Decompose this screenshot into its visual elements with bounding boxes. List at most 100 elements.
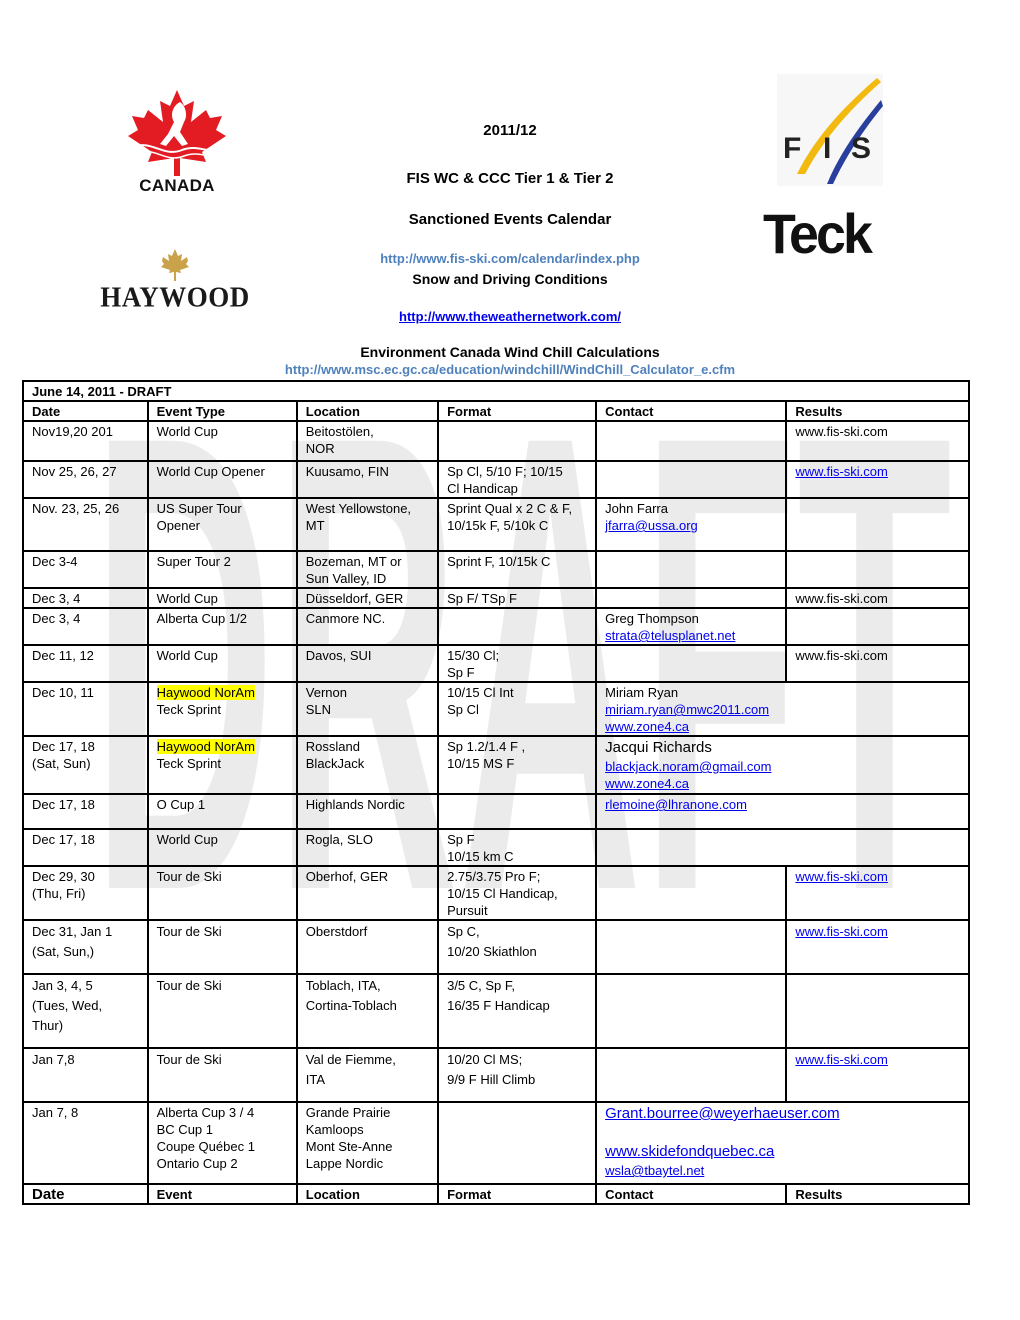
cell-results [785,550,970,589]
location-text: West Yellowstone, [305,501,412,516]
cell-format: Sp F 10/15 km C [437,828,598,867]
format-text: Sprint Qual x 2 C & F, [447,501,573,516]
cell-contact [595,550,788,589]
cell-date: Dec 10, 11 [22,681,149,737]
season-label: 2011/12 [483,122,537,139]
cell-format [437,420,598,462]
cell-location: Grande Prairie Kamloops Mont Ste-Anne Lappe… [295,1101,440,1185]
svg-text:F: F [783,132,801,165]
format-text: 10/15 MS F [447,756,515,771]
format-text: Sp Cl, 5/10 F; 10/15 [447,464,563,479]
date-text: (Sat, Sun,) [32,944,95,959]
table-footer-header-row: Date Event Location Format Contact Results [22,1183,970,1205]
cell-date: Nov. 23, 25, 26 [22,497,149,552]
format-text: Sp 1.2/1.4 F , [447,739,526,754]
teck-logo: Teck [763,204,893,264]
contact-link[interactable]: wsla@tbaytel.net [605,1162,960,1179]
results-link[interactable]: www.fis-ski.com [795,922,960,942]
event-text: Ontario Cup 2 [156,1156,238,1171]
table-row: Jan 7, 8 Alberta Cup 3 / 4 BC Cup 1 Coupe Q… [22,1101,970,1185]
event-text: O Cup 1 [156,797,206,812]
event-text: Super Tour 2 [156,554,231,569]
cell-location: West Yellowstone, MT [295,497,440,552]
cell-contact [595,828,970,867]
contact-link[interactable]: rlemoine@lhranone.com [605,796,960,813]
event-text: Tour de Ski [156,1052,222,1067]
cell-results: www.fis-ski.com [785,460,970,499]
date-text: Jan 3, 4, 5 [32,978,93,993]
results-text: www.fis-ski.com [795,591,888,606]
format-text: 10/15 km C [447,849,514,864]
location-text: Mont Ste-Anne [305,1139,393,1154]
table-row: Dec 17, 18 O Cup 1 Highlands Nordic rlemoin… [22,793,970,830]
location-text: Düsseldorf, GER [305,591,404,606]
cell-contact [595,644,788,683]
cell-contact [595,420,788,462]
table-row: Nov19,20 201 World Cup Beitostölen, NOR www.… [22,420,970,462]
contact-link[interactable]: www.zone4.ca [605,718,960,735]
cell-location: Davos, SUI [295,644,440,683]
format-text: 10/20 Cl MS; [447,1052,523,1067]
cell-date: Dec 3, 4 [22,587,149,609]
cell-event: O Cup 1 [146,793,298,830]
cell-event: Alberta Cup 1/2 [146,607,298,646]
contact-link[interactable]: Grant.bourree@weyerhaeuser.com [605,1104,960,1124]
event-text: Tour de Ski [156,978,222,993]
contact-link[interactable]: jfarra@ussa.org [605,517,777,534]
cell-results: www.fis-ski.com [785,420,970,462]
cell-date: Dec 17, 18 [22,828,149,867]
weather-network-link[interactable]: http://www.theweathernetwork.com/ [330,309,690,324]
cell-date: Dec 17, 18 (Sat, Sun) [22,735,149,795]
contact-link[interactable]: strata@telusplanet.net [605,627,777,644]
cell-event: World Cup [146,644,298,683]
cell-format: 2.75/3.75 Pro F; 10/15 Cl Handicap, Pursui… [437,865,598,921]
cell-contact [595,460,788,499]
format-text: Sp F/ TSp F [447,591,517,606]
cell-format [437,1101,598,1185]
cell-event: US Super Tour Opener [146,497,298,552]
results-link[interactable]: www.fis-ski.com [795,1050,960,1070]
cell-results [785,497,970,552]
format-text: Sp F [447,665,475,680]
event-text: World Cup [156,648,218,663]
cell-location: Toblach, ITA, Cortina-Toblach [295,973,440,1049]
cell-contact [595,1047,788,1103]
cell-location: Kuusamo, FIN [295,460,440,499]
table-row: Dec 11, 12 World Cup Davos, SUI 15/30 Cl; Sp… [22,644,970,683]
results-link[interactable]: www.fis-ski.com [795,463,960,480]
contact-link[interactable]: www.zone4.ca [605,775,960,792]
date-text: Nov. 23, 25, 26 [32,501,120,516]
contact-link[interactable]: www.skidefondquebec.ca [605,1142,960,1162]
cell-event: Haywood NorAm Teck Sprint [146,735,298,795]
location-text: Canmore NC. [305,611,386,626]
cell-event: Tour de Ski [146,973,298,1049]
contact-link[interactable]: miriam.ryan@mwc2011.com [605,701,960,718]
cell-format: Sprint F, 10/15k C [437,550,598,589]
results-link[interactable]: www.fis-ski.com [795,868,960,885]
cell-format: Sp F/ TSp F [437,587,598,609]
location-text: Oberhof, GER [305,869,389,884]
event-text: Teck Sprint [156,702,221,717]
cell-date: Nov19,20 201 [22,420,149,462]
cell-contact [595,973,788,1049]
contact-link[interactable]: blackjack.noram@gmail.com [605,758,960,775]
fis-calendar-link[interactable]: http://www.fis-ski.com/calendar/index.ph… [330,251,690,266]
format-text: 10/15k F, 5/10k C [447,518,549,533]
windchill-calculator-link[interactable]: http://www.msc.ec.gc.ca/education/windch… [200,362,820,377]
location-text: NOR [305,441,335,456]
cell-date: Dec 3, 4 [22,607,149,646]
event-text: World Cup [156,424,218,439]
cell-event: World Cup [146,828,298,867]
footer-column-header: Format [437,1183,598,1205]
draft-date-label: June 14, 2011 - DRAFT [22,380,970,402]
cell-format: 15/30 Cl; Sp F [437,644,598,683]
cell-contact: rlemoine@lhranone.com [595,793,970,830]
footer-column-header: Location [295,1183,440,1205]
table-row: Dec 31, Jan 1 (Sat, Sun,) Tour de Ski Obers… [22,919,970,975]
date-text: Dec 3, 4 [32,591,81,606]
location-text: ITA [305,1072,326,1087]
cell-event: Tour de Ski [146,919,298,975]
teck-logo-text: Teck [763,202,873,265]
cell-location: Vernon SLN [295,681,440,737]
footer-column-header: Contact [595,1183,788,1205]
